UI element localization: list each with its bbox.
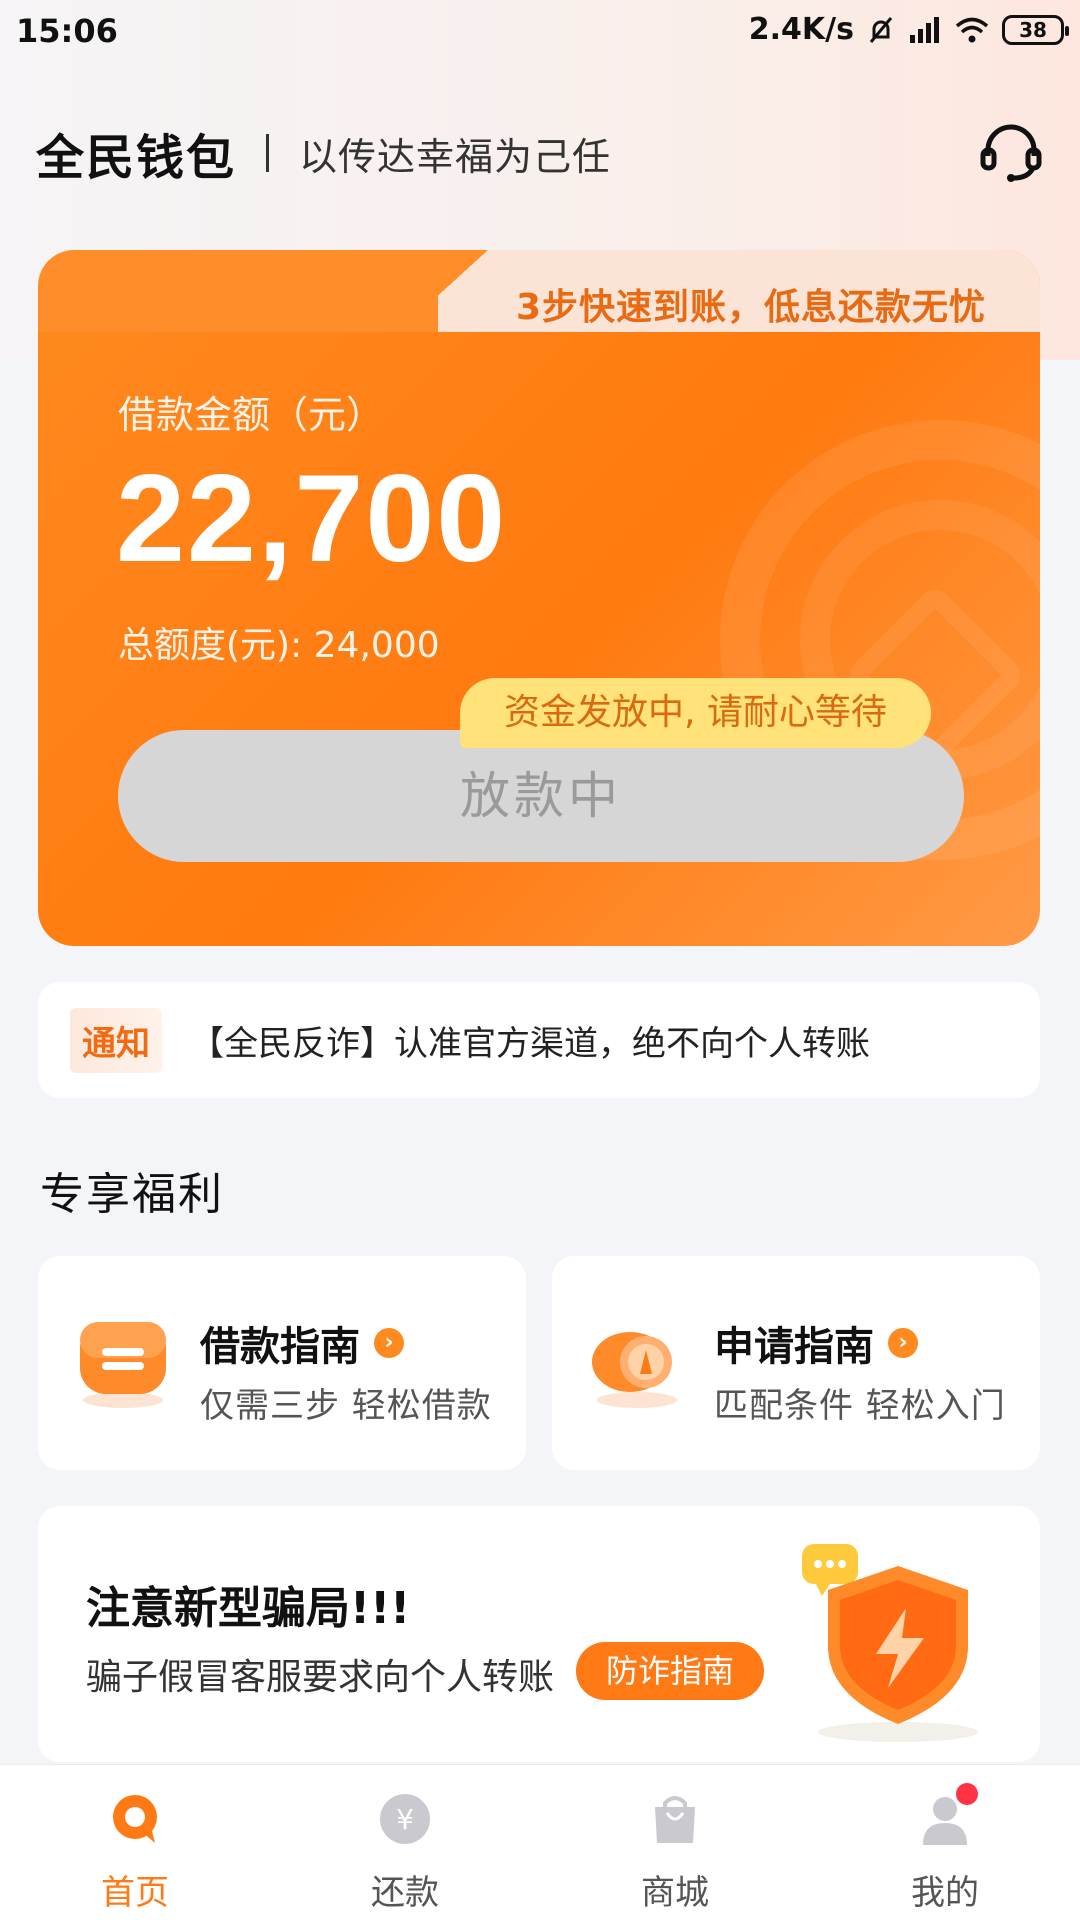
loan-guide-card[interactable]: 借款指南 › 仅需三步 轻松借款 [38,1256,526,1470]
fraud-warning-card: 注意新型骗局!!! 骗子假冒客服要求向个人转账 防诈指南 [38,1506,1040,1762]
nav-repay[interactable]: ¥ 还款 [270,1765,540,1920]
fraud-warning-title: 注意新型骗局!!! [86,1583,411,1634]
section-title: 专享福利 [40,1169,224,1220]
arrow-right-icon: › [888,1328,918,1358]
loan-amount: 22,700 [116,450,508,588]
app-brand: 全民钱包 [36,130,237,186]
apply-guide-card[interactable]: 申请指南 › 匹配条件 轻松入门 [552,1256,1040,1470]
fund-status-tip: 资金发放中, 请耐心等待 [460,678,931,748]
bottom-navigation: 首页 ¥ 还款 商城 我的 [0,1764,1080,1920]
apply-guide-title: 申请指南 › [714,1314,918,1372]
shop-bag-icon [655,1796,695,1843]
nav-shop[interactable]: 商城 [540,1765,810,1920]
card-tab-text: 3步快速到账，低息还款无忧 [515,287,986,328]
network-speed: 2.4K/s [748,12,854,47]
signal-icon [910,16,939,43]
anti-fraud-guide-button[interactable]: 防诈指南 [576,1642,765,1700]
status-time: 15:06 [16,12,118,50]
status-indicators: 2.4K/s 38 [748,12,1069,47]
loan-card: 3步快速到账，低息还款无忧 借款金额（元） 22,700 总额度(元): 24,… [38,250,1040,946]
notice-tag: 通知 [70,1007,162,1073]
repay-icon: ¥ [380,1794,430,1844]
header-divider [266,134,270,172]
loan-guide-icon [80,1322,166,1408]
loan-guide-title: 借款指南 › [200,1314,404,1372]
total-limit: 总额度(元): 24,000 [118,625,440,666]
notice-bar[interactable]: 通知 【全民反诈】认准官方渠道，绝不向个人转账 [38,982,1040,1098]
card-tab-front [38,250,438,332]
nav-repay-label: 还款 [371,1873,439,1913]
arrow-right-icon: › [374,1328,404,1358]
wifi-icon [955,17,989,42]
app-header: 全民钱包 以传达幸福为己任 [36,118,1044,188]
notice-text: 【全民反诈】认准官方渠道，绝不向个人转账 [190,1023,870,1064]
svg-text:¥: ¥ [396,1803,414,1836]
loan-guide-subtitle: 仅需三步 轻松借款 [200,1386,492,1426]
loan-card-body: 3步快速到账，低息还款无忧 借款金额（元） 22,700 总额度(元): 24,… [38,250,1040,946]
home-icon [113,1795,157,1843]
battery-level: 38 [1019,17,1047,42]
customer-service-icon[interactable] [978,120,1044,186]
fraud-warning-subtitle: 骗子假冒客服要求向个人转账 [86,1657,555,1698]
notification-dot [956,1783,978,1805]
disbursing-button[interactable]: 放款中 [118,730,964,862]
apply-guide-icon [592,1332,677,1408]
nav-shop-label: 商城 [641,1873,709,1913]
apply-guide-title-text: 申请指南 [714,1324,874,1370]
card-tab-slant [398,250,488,332]
status-bar: 15:06 2.4K/s 38 [0,0,1080,70]
loan-guide-title-text: 借款指南 [200,1324,360,1370]
loan-amount-label: 借款金额（元） [118,393,385,437]
nav-home-label: 首页 [101,1873,169,1913]
nav-profile[interactable]: 我的 [810,1765,1080,1920]
battery-indicator: 38 [1002,14,1069,45]
mute-bell-icon [869,16,893,43]
nav-home[interactable]: 首页 [0,1765,270,1920]
apply-guide-subtitle: 匹配条件 轻松入门 [714,1386,1006,1426]
shield-icon [802,1544,978,1742]
nav-profile-label: 我的 [911,1873,979,1913]
app-slogan: 以传达幸福为己任 [299,134,612,179]
